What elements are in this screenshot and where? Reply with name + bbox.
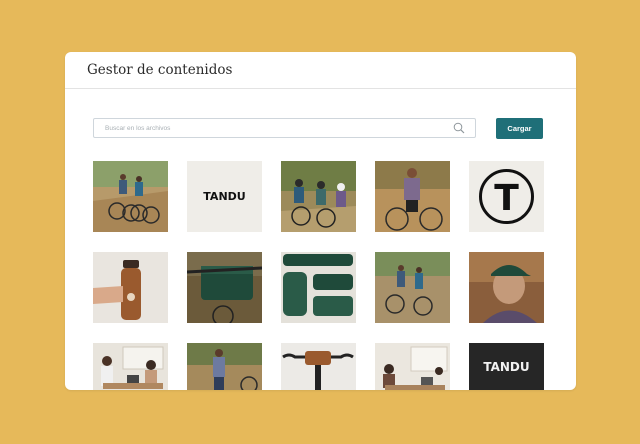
- asset-tile-green-cap-portrait[interactable]: [469, 252, 544, 323]
- asset-tile-bags-flatlay[interactable]: [281, 252, 356, 323]
- asset-tile-office-meeting[interactable]: [93, 343, 168, 390]
- asset-tile-tandu-logo-dark[interactable]: TANDU: [469, 343, 544, 390]
- content-manager-panel: Gestor de contenidos Cargar: [65, 52, 576, 390]
- cyclist-posing-image: [375, 161, 450, 232]
- svg-text:TANDU: TANDU: [203, 190, 245, 203]
- asset-tile-cyclists-trail[interactable]: [93, 161, 168, 232]
- svg-text:T: T: [494, 178, 519, 219]
- asset-tile-tandu-logo-white[interactable]: TANDU: [187, 161, 262, 232]
- asset-tile-rider-walking[interactable]: [187, 343, 262, 390]
- tandu-logo-dark-icon: TANDU: [469, 343, 544, 390]
- cyclists-trail-image: [93, 161, 168, 232]
- panel-header: Gestor de contenidos: [65, 52, 576, 89]
- asset-tile-water-bottle[interactable]: [93, 252, 168, 323]
- asset-tile-handlebar-bag[interactable]: [187, 252, 262, 323]
- handlebar-bag-image: [187, 252, 262, 323]
- svg-text:TANDU: TANDU: [483, 360, 529, 374]
- water-bottle-image: [93, 252, 168, 323]
- asset-tile-cyclist-posing[interactable]: [375, 161, 450, 232]
- asset-tile-riders-trail[interactable]: [375, 252, 450, 323]
- green-cap-portrait-image: [469, 252, 544, 323]
- asset-tile-group-ride[interactable]: [281, 161, 356, 232]
- office-laptop-image: [375, 343, 450, 390]
- search-icon[interactable]: [453, 122, 465, 134]
- tandu-monogram-icon: T: [469, 161, 544, 232]
- office-meeting-image: [93, 343, 168, 390]
- bags-flatlay-image: [281, 252, 356, 323]
- tandu-logo-icon: TANDU: [187, 161, 262, 232]
- asset-tile-office-laptop[interactable]: [375, 343, 450, 390]
- riders-trail-image: [375, 252, 450, 323]
- upload-button[interactable]: Cargar: [496, 118, 543, 139]
- search-box[interactable]: [93, 118, 476, 138]
- rider-walking-image: [187, 343, 262, 390]
- group-ride-image: [281, 161, 356, 232]
- toolbar: Cargar: [93, 118, 543, 140]
- page-title: Gestor de contenidos: [87, 62, 233, 78]
- search-input[interactable]: [103, 123, 437, 133]
- asset-tile-tandu-monogram[interactable]: T: [469, 161, 544, 232]
- handlebar-closeup-image: [281, 343, 356, 390]
- asset-tile-handlebar-closeup[interactable]: [281, 343, 356, 390]
